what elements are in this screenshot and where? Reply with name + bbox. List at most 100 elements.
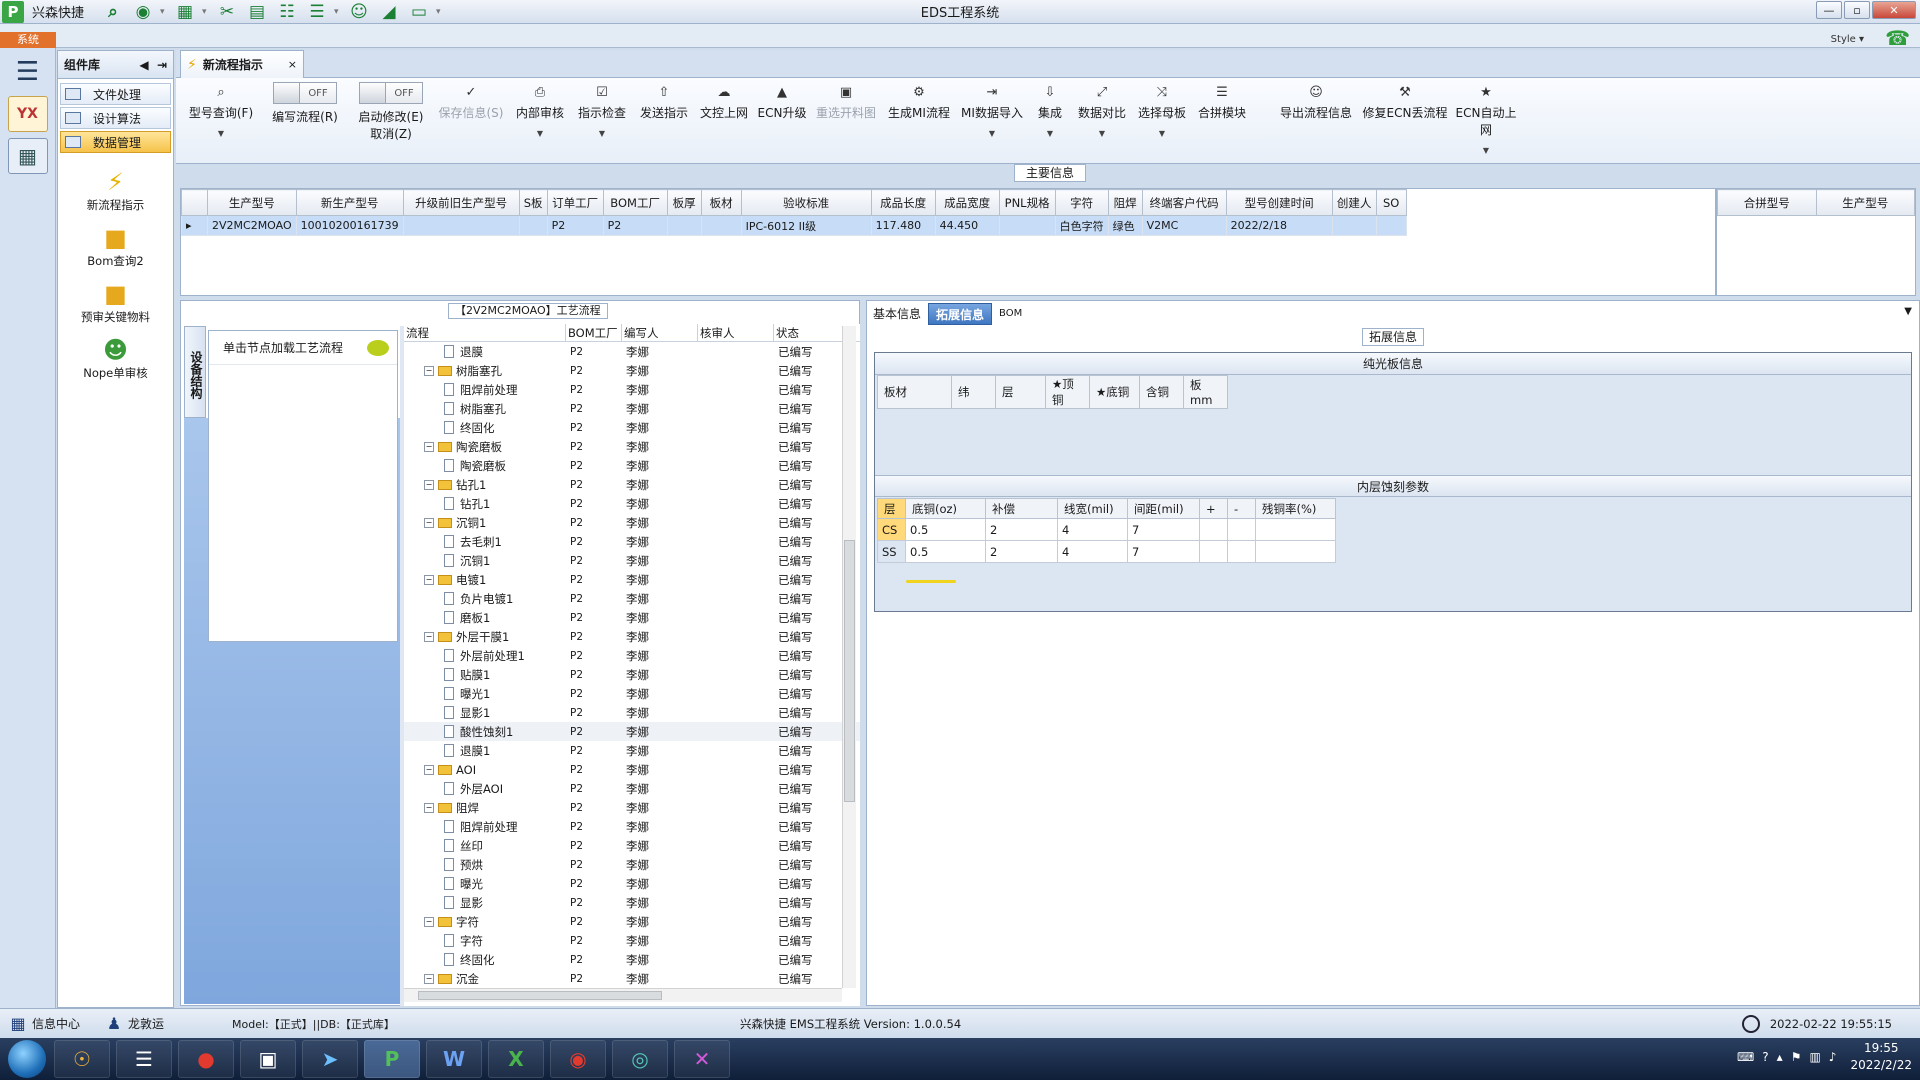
eds-app-icon[interactable]: P (364, 1040, 420, 1078)
chart-icon[interactable]: ◢ (376, 1, 402, 23)
main-cell[interactable]: 2V2MC2MOAO (207, 215, 297, 236)
floppy-icon[interactable]: ▣ (240, 1040, 296, 1078)
main-column-header[interactable]: 成品长度 (870, 189, 936, 216)
scissors-icon[interactable]: ✂ (214, 1, 240, 23)
toggle-switch[interactable]: OFF (359, 82, 423, 104)
nav-design-algorithm[interactable]: 设计算法 (60, 107, 171, 129)
tree-vertical-scrollbar[interactable] (842, 326, 856, 988)
etch-cell[interactable] (1227, 518, 1256, 541)
main-cell[interactable]: P2 (602, 215, 668, 236)
flag-icon[interactable]: ⚑ (1791, 1050, 1802, 1064)
close-tab-icon[interactable]: × (288, 58, 297, 71)
collapse-icon[interactable]: − (424, 973, 434, 984)
bare-board-column-header[interactable]: ★底铜 (1089, 375, 1140, 409)
tool-prereview-materials[interactable]: ■ 预审关键物料 (58, 279, 173, 325)
collapse-icon[interactable]: − (424, 802, 434, 813)
bare-board-column-header[interactable]: ★顶铜 (1045, 375, 1090, 409)
main-cell[interactable]: 10010200161739 (295, 215, 404, 236)
tree-row[interactable]: 外层AOI P2 李娜 已编写 (404, 779, 860, 798)
red-app-icon[interactable]: ● (178, 1040, 234, 1078)
main-cell[interactable] (402, 215, 520, 236)
load-flow-hint[interactable]: 单击节点加载工艺流程 (209, 331, 397, 365)
collapse-left-icon[interactable]: ◀ ⇥ (139, 58, 167, 72)
tool-nope-review[interactable]: ☻ Nope单审核 (58, 335, 173, 381)
bare-board-column-header[interactable]: 板mm (1183, 375, 1228, 409)
etch-column-header[interactable]: 残铜率(%) (1255, 498, 1336, 519)
main-cell[interactable] (666, 215, 702, 236)
tree-row[interactable]: − 外层干膜1 P2 李娜 已编写 (404, 627, 860, 646)
etch-cell[interactable]: 2 (985, 518, 1058, 541)
tab-extended-info[interactable]: 拓展信息 (928, 303, 993, 325)
tree-row[interactable]: 贴膜1 P2 李娜 已编写 (404, 665, 860, 684)
ecn-upgrade-button[interactable]: ▲ ECN升级 (756, 82, 808, 121)
main-column-header[interactable]: 成品宽度 (934, 189, 1000, 216)
dropdown-icon[interactable]: ▾ (202, 1, 210, 23)
main-column-header[interactable]: 创建人 (1331, 189, 1377, 216)
status-column-header[interactable]: 状态 (774, 324, 844, 341)
close-button[interactable]: ✕ (1872, 1, 1916, 19)
feather-app-icon[interactable]: ➤ (302, 1040, 358, 1078)
etch-cell[interactable]: 0.5 (905, 540, 986, 563)
main-cell[interactable]: IPC-6012 II级 (740, 215, 872, 236)
scroll-thumb[interactable] (844, 540, 855, 802)
tree-row[interactable]: 终固化 P2 李娜 已编写 (404, 950, 860, 969)
tree-row[interactable]: − 沉金 P2 李娜 已编写 (404, 969, 860, 988)
dropdown-icon[interactable]: ▾ (436, 1, 444, 23)
start-modify-toggle[interactable]: OFF 启动修改(E) 取消(Z) (348, 82, 434, 142)
etch-cell[interactable] (1255, 518, 1336, 541)
tree-row[interactable]: − 树脂塞孔 P2 李娜 已编写 (404, 361, 860, 380)
excel-icon[interactable]: X (488, 1040, 544, 1078)
list-icon[interactable]: ☰ (304, 1, 330, 23)
grid-icon[interactable]: ▦ (8, 1014, 28, 1034)
scroll-thumb[interactable] (418, 991, 662, 1000)
export-flow-button[interactable]: ☺ 导出流程信息 (1274, 82, 1358, 121)
phone-icon[interactable]: ☎ (1885, 26, 1910, 50)
calculator-icon[interactable]: ▦ (7, 138, 48, 174)
tree-row[interactable]: 钻孔1 P2 李娜 已编写 (404, 494, 860, 513)
etch-column-header[interactable]: + (1199, 498, 1228, 519)
bare-board-column-header[interactable]: 层 (995, 375, 1046, 409)
network-icon[interactable]: ▥ (1809, 1050, 1820, 1064)
main-column-header[interactable]: 板厚 (666, 189, 702, 216)
check-instruction-button[interactable]: ☑ 指示检查 ▼ (574, 82, 630, 138)
tree-row[interactable]: 阻焊前处理 P2 李娜 已编写 (404, 817, 860, 836)
etch-cell[interactable]: 4 (1057, 518, 1128, 541)
shell-app-icon[interactable]: ☉ (54, 1040, 110, 1078)
main-column-header[interactable]: 终端客户代码 (1141, 189, 1227, 216)
etch-cell[interactable] (1199, 540, 1228, 563)
main-column-header[interactable]: 验收标准 (740, 189, 872, 216)
internal-review-button[interactable]: ⎙ 内部审核 ▼ (512, 82, 568, 138)
main-cell[interactable]: 117.480 (870, 215, 936, 236)
tree-row[interactable]: 退膜1 P2 李娜 已编写 (404, 741, 860, 760)
model-query-button[interactable]: ⌕ 型号查询(F) ▼ (184, 82, 258, 138)
row-pointer-icon[interactable]: ▸ (181, 215, 208, 236)
etch-cell[interactable] (1199, 518, 1228, 541)
tree-row[interactable]: 终固化 P2 李娜 已编写 (404, 418, 860, 437)
collapse-icon[interactable]: − (424, 365, 434, 376)
tree-row[interactable]: 阻焊前处理 P2 李娜 已编写 (404, 380, 860, 399)
collapse-icon[interactable]: − (424, 441, 434, 452)
main-column-header[interactable]: 升级前旧生产型号 (402, 189, 520, 216)
editor-column-header[interactable]: 编写人 (622, 324, 698, 341)
tab-bom[interactable]: BOM (992, 303, 1029, 325)
etch-cell[interactable]: 4 (1057, 540, 1128, 563)
monitor-icon[interactable]: ▭ (406, 1, 432, 23)
tree-row[interactable]: − 电镀1 P2 李娜 已编写 (404, 570, 860, 589)
main-column-header[interactable]: 字符 (1054, 189, 1109, 216)
bare-board-column-header[interactable]: 含铜 (1139, 375, 1184, 409)
tree-row[interactable]: 负片电镀1 P2 李娜 已编写 (404, 589, 860, 608)
tree-row[interactable]: 曝光1 P2 李娜 已编写 (404, 684, 860, 703)
main-cell[interactable] (518, 215, 548, 236)
tab-basic-info[interactable]: 基本信息 (866, 303, 928, 325)
search-icon[interactable]: ⌕ (100, 1, 126, 23)
tab-new-flow-instruction[interactable]: ⚡ 新流程指示 × (180, 50, 304, 78)
volume-icon[interactable]: ♪ (1829, 1050, 1837, 1064)
main-cell[interactable]: V2MC (1141, 215, 1227, 236)
tree-row[interactable]: − 钻孔1 P2 李娜 已编写 (404, 475, 860, 494)
save-info-button[interactable]: ✓ 保存信息(S) (434, 82, 508, 121)
notepad-icon[interactable]: ☰ (116, 1040, 172, 1078)
collapse-icon[interactable]: − (424, 631, 434, 642)
bom-factory-column-header[interactable]: BOM工厂 (566, 324, 622, 341)
yx-module-icon[interactable]: YX (7, 96, 48, 132)
etch-cell[interactable]: 2 (985, 540, 1058, 563)
